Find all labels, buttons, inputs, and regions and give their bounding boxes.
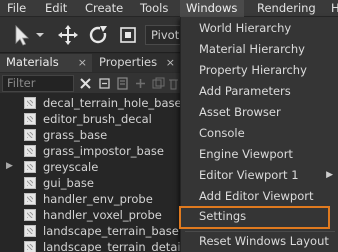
material-file-icon [24, 113, 36, 125]
menu-item-material-hierarchy[interactable]: Material Hierarchy [181, 39, 338, 60]
menu-rendering[interactable]: Rendering [251, 0, 322, 17]
tab-materials[interactable]: Materials × [0, 54, 92, 72]
material-file-icon [24, 177, 36, 189]
expand-arrow-icon[interactable]: ▶ [6, 161, 13, 171]
collapse-all-icon[interactable] [97, 76, 112, 91]
submenu-arrow-icon: ▶ [326, 170, 333, 180]
menu-item-add-editor-viewport[interactable]: Add Editor Viewport [181, 186, 338, 207]
select-cursor-icon[interactable] [10, 23, 34, 47]
filter-bar: Filter [0, 73, 180, 94]
menu-item-engine-viewport[interactable]: Engine Viewport [181, 144, 338, 165]
material-file-icon [24, 225, 36, 237]
clear-filter-icon[interactable] [78, 76, 93, 91]
menu-bar: File Edit Create Tools Windows Rendering… [0, 0, 338, 17]
menu-file[interactable]: File [1, 0, 32, 17]
delete-icon[interactable] [167, 76, 180, 91]
material-file-icon [24, 97, 36, 109]
close-icon[interactable]: × [78, 54, 87, 71]
menu-item-property-hierarchy[interactable]: Property Hierarchy [181, 60, 338, 81]
rotate-icon[interactable] [86, 23, 110, 47]
material-file-icon [24, 241, 36, 252]
material-name: landscape_terrain_detail_b [43, 240, 197, 252]
menu-item-label: Editor Viewport 1 [199, 168, 299, 182]
move-icon[interactable] [56, 23, 80, 47]
menu-edit[interactable]: Edit [39, 0, 73, 17]
pivot-dropdown[interactable]: Pivot [145, 25, 185, 45]
menu-item-world-hierarchy[interactable]: World Hierarchy [181, 18, 338, 39]
menu-tools[interactable]: Tools [134, 0, 174, 17]
menu-help[interactable]: H [325, 0, 338, 17]
clone-icon[interactable] [151, 76, 166, 91]
material-file-icon [24, 145, 36, 157]
list-item[interactable]: landscape_terrain_detail_b [0, 238, 197, 252]
material-file-icon [24, 193, 36, 205]
menu-item-asset-browser[interactable]: Asset Browser [181, 102, 338, 123]
menu-windows[interactable]: Windows [180, 0, 244, 17]
filter-input[interactable]: Filter [2, 75, 74, 92]
menu-item-console[interactable]: Console [181, 123, 338, 144]
material-file-icon [24, 129, 36, 141]
material-file-icon [24, 161, 36, 173]
chevron-down-icon[interactable] [34, 23, 46, 47]
windows-menu: World Hierarchy Material Hierarchy Prope… [179, 17, 338, 252]
panel-tabs: Materials × Properties × [0, 54, 180, 72]
close-icon[interactable]: × [166, 54, 175, 71]
menu-item-add-parameters[interactable]: Add Parameters [181, 81, 338, 102]
menu-item-settings[interactable]: Settings [179, 206, 330, 229]
scale-icon[interactable] [116, 23, 140, 47]
tab-properties[interactable]: Properties × [93, 54, 180, 72]
tab-properties-label: Properties [99, 55, 158, 69]
add-icon[interactable] [133, 76, 148, 91]
materials-list[interactable]: decal_terrain_hole_base editor_brush_dec… [0, 94, 197, 252]
menu-item-editor-viewport-1[interactable]: Editor Viewport 1 ▶ [181, 165, 338, 186]
material-icon[interactable] [115, 76, 130, 91]
material-file-icon [24, 209, 36, 221]
menu-item-reset-windows-layout[interactable]: Reset Windows Layout [181, 231, 338, 252]
menu-create[interactable]: Create [79, 0, 129, 17]
tab-materials-label: Materials [6, 55, 59, 69]
